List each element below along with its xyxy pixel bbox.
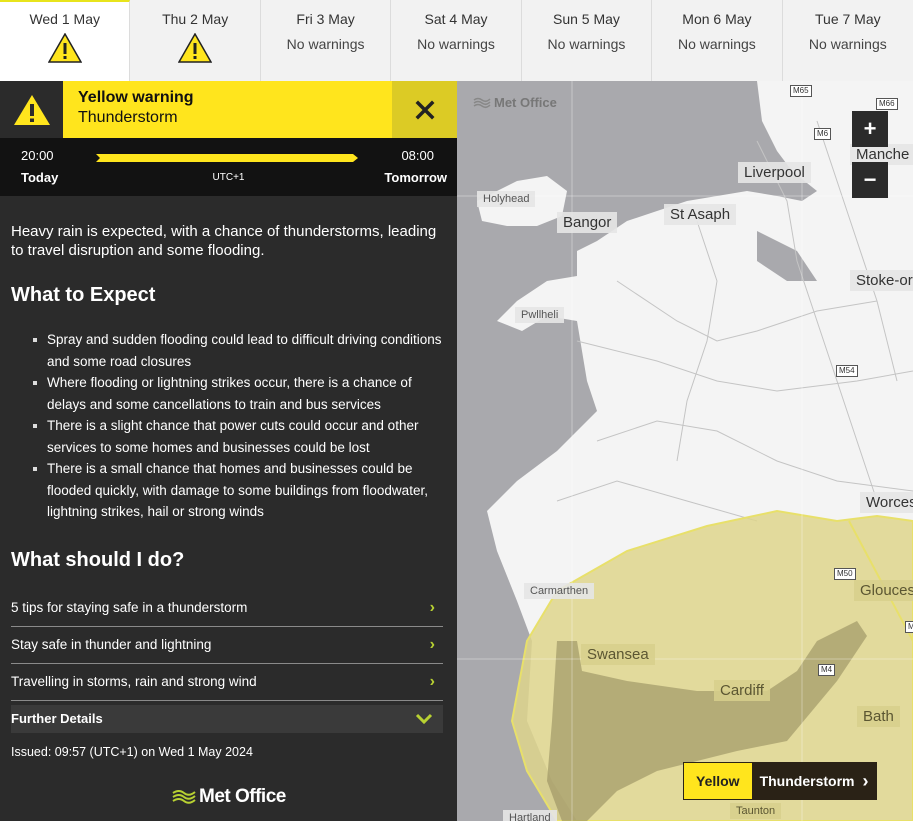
warning-header: Yellow warning Thunderstorm [0, 81, 457, 138]
expect-item: Where flooding or lightning strikes occu… [31, 372, 443, 415]
met-office-brand: Met Office [199, 786, 286, 807]
tab-day-label: Thu 2 May [162, 11, 229, 27]
advice-link-label: Travelling in storms, rain and strong wi… [11, 674, 257, 689]
chevron-right-icon: › [862, 770, 869, 791]
place-cardiff: Cardiff [714, 680, 770, 701]
motorway-label: M6 [814, 128, 832, 140]
legend-type-label: Thunderstorm [759, 773, 855, 789]
weather-warnings-page: Wed 1 May Thu 2 May Fri 3 May No warning… [0, 0, 913, 821]
motorway-label: M65 [790, 85, 812, 97]
warning-type: Thunderstorm [78, 109, 178, 126]
issued-timestamp: Issued: 09:57 (UTC+1) on Wed 1 May 2024 [11, 744, 253, 759]
map-watermark-text: Met Office [494, 95, 557, 110]
map-watermark: Met Office [473, 95, 557, 110]
met-office-logo[interactable]: Met Office [172, 786, 286, 808]
place-st-asaph: St Asaph [664, 204, 737, 225]
tab-status: No warnings [677, 36, 756, 52]
warning-summary: Heavy rain is expected, with a chance of… [11, 223, 437, 259]
place-gloucester: Glouces [854, 580, 913, 601]
legend-type: Thunderstorm › [751, 763, 877, 799]
day-tabs: Wed 1 May Thu 2 May Fri 3 May No warning… [0, 0, 913, 81]
tab-day-label: Wed 1 May [29, 11, 100, 27]
close-button[interactable] [392, 81, 457, 138]
warning-icon [13, 94, 50, 125]
further-details-toggle[interactable]: Further Details [11, 704, 443, 733]
warning-legend-button[interactable]: Yellow Thunderstorm › [683, 762, 878, 800]
advice-link-thunder-lightning[interactable]: Stay safe in thunder and lightning › [11, 627, 443, 664]
chevron-down-icon [415, 713, 433, 724]
place-liverpool: Liverpool [738, 162, 811, 183]
met-office-waves-icon [172, 790, 196, 804]
legend-level: Yellow [684, 763, 752, 799]
place-stoke: Stoke-or [850, 270, 913, 291]
warning-detail-panel: Yellow warning Thunderstorm 20:00 Today … [0, 81, 457, 821]
warning-content: Heavy rain is expected, with a chance of… [11, 223, 443, 759]
what-should-i-do-heading: What should I do? [11, 548, 185, 571]
warning-timeline: 20:00 Today UTC+1 08:00 Tomorrow [0, 138, 457, 196]
motorway-label: M [905, 621, 913, 633]
chevron-right-icon: › [429, 672, 435, 690]
place-bangor: Bangor [557, 212, 618, 233]
warning-map[interactable]: Met Office M65 M66 M6 M54 M50 M4 M Holyh… [457, 81, 913, 821]
close-icon [415, 100, 434, 119]
expect-list: Spray and sudden flooding could lead to … [11, 329, 443, 523]
tab-sun-5-may[interactable]: Sun 5 May No warnings [522, 0, 653, 81]
place-bath: Bath [857, 706, 900, 727]
timeline-bar [96, 154, 358, 162]
tab-status: No warnings [417, 36, 495, 52]
tab-day-label: Sat 4 May [424, 11, 488, 27]
advice-link-thunderstorm-tips[interactable]: 5 tips for staying safe in a thunderstor… [11, 590, 443, 627]
tab-status: No warnings [808, 36, 887, 52]
motorway-label: M54 [836, 365, 858, 377]
met-office-waves-icon [473, 97, 491, 108]
end-day: Tomorrow [384, 170, 447, 185]
tab-fri-3-may[interactable]: Fri 3 May No warnings [261, 0, 392, 81]
expect-item: There is a slight chance that power cuts… [31, 415, 443, 458]
motorway-label: M4 [818, 664, 836, 676]
place-carmarthen: Carmarthen [524, 583, 595, 599]
place-taunton: Taunton [730, 803, 782, 819]
warning-icon [178, 33, 213, 63]
start-time: 20:00 [21, 148, 54, 163]
minus-icon: − [863, 167, 877, 192]
tab-sat-4-may[interactable]: Sat 4 May No warnings [391, 0, 522, 81]
motorway-label: M66 [876, 98, 898, 110]
tab-thu-2-may[interactable]: Thu 2 May [130, 0, 261, 81]
warning-title: Yellow warning Thunderstorm [63, 81, 392, 138]
warning-icon [47, 33, 82, 63]
motorway-label: M50 [834, 568, 856, 580]
place-holyhead: Holyhead [477, 191, 536, 207]
tab-day-label: Sun 5 May [553, 11, 620, 27]
tab-mon-6-may[interactable]: Mon 6 May No warnings [652, 0, 783, 81]
tab-wed-1-may[interactable]: Wed 1 May [0, 0, 131, 81]
advice-links: 5 tips for staying safe in a thunderstor… [11, 590, 443, 701]
plus-icon: + [863, 116, 877, 141]
warning-header-icon-box [0, 81, 63, 138]
tab-status: No warnings [547, 36, 626, 52]
chevron-right-icon: › [429, 635, 435, 653]
end-time: 08:00 [401, 148, 434, 163]
place-swansea: Swansea [581, 644, 655, 665]
place-hartland: Hartland [503, 810, 557, 821]
what-to-expect-heading: What to Expect [11, 284, 156, 306]
advice-link-label: 5 tips for staying safe in a thunderstor… [11, 600, 248, 615]
tab-tue-7-may[interactable]: Tue 7 May No warnings [783, 0, 913, 81]
tab-day-label: Fri 3 May [296, 11, 355, 27]
zoom-in-button[interactable]: + [852, 111, 888, 147]
zoom-out-button[interactable]: − [852, 162, 888, 198]
advice-link-travelling[interactable]: Travelling in storms, rain and strong wi… [11, 664, 443, 701]
chevron-right-icon: › [429, 598, 435, 616]
warning-level: Yellow warning [78, 89, 194, 106]
tab-day-label: Tue 7 May [815, 11, 881, 27]
place-worcester: Worces [860, 492, 913, 513]
expect-item: There is a small chance that homes and b… [31, 458, 443, 523]
tab-status: No warnings [286, 36, 365, 52]
place-pwllheli: Pwllheli [515, 307, 565, 323]
further-details-label: Further Details [11, 711, 103, 726]
advice-link-label: Stay safe in thunder and lightning [11, 637, 212, 652]
expect-item: Spray and sudden flooding could lead to … [31, 329, 443, 372]
tab-day-label: Mon 6 May [682, 11, 752, 27]
